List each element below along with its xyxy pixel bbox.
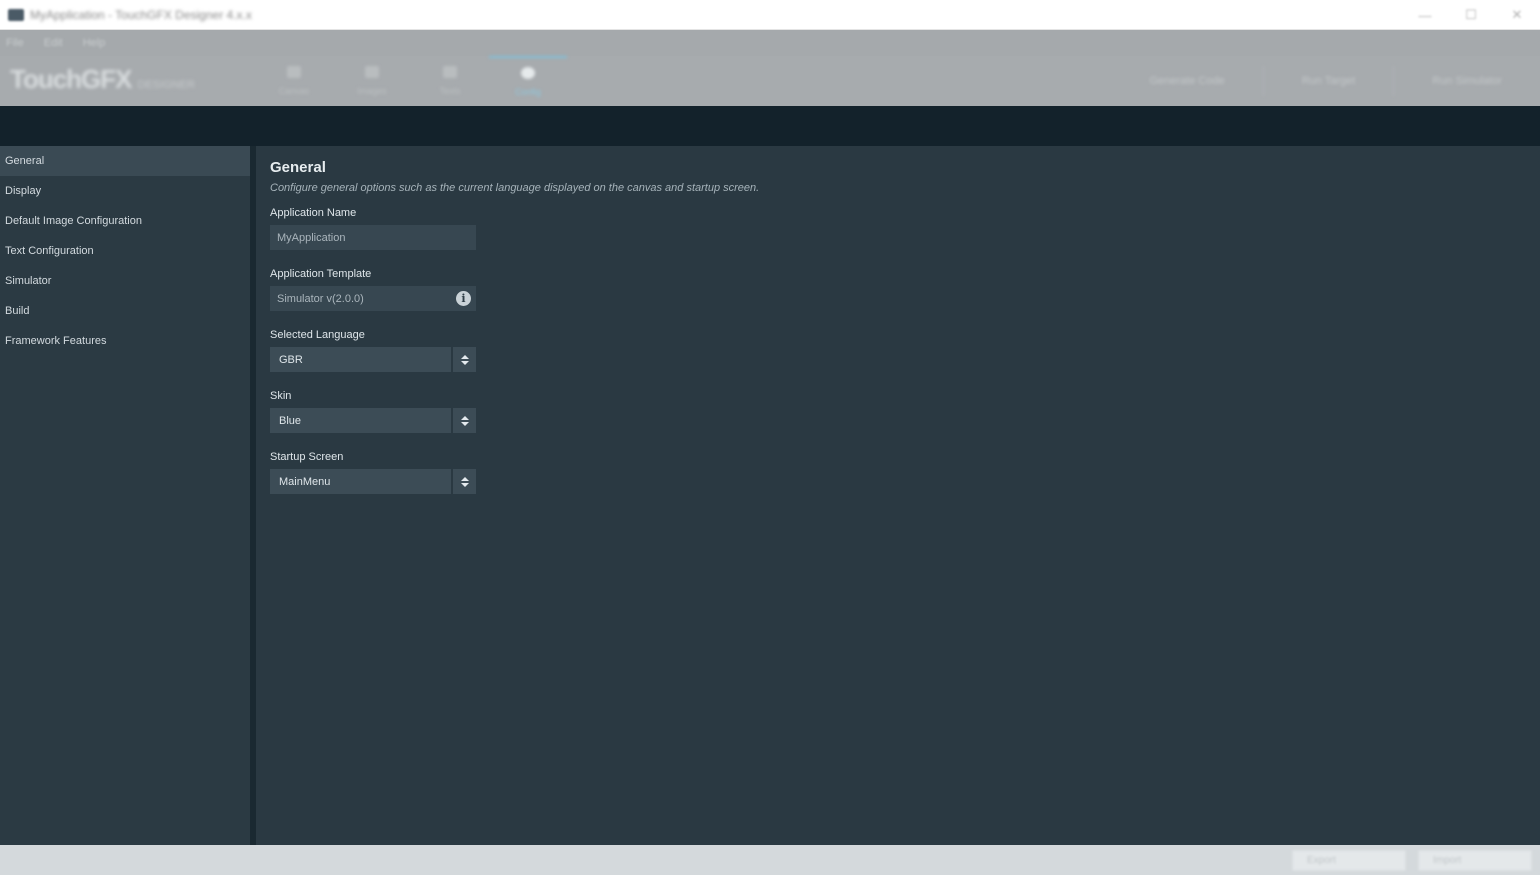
sidebar-item-build[interactable]: Build [0,296,250,326]
menu-bar: File Edit Help [0,30,1540,56]
skin-value: Blue [270,408,451,433]
sidebar-item-default-image-configuration[interactable]: Default Image Configuration [0,206,250,236]
run-simulator-button[interactable]: Run Simulator [1393,66,1540,96]
header-strip [0,106,1540,146]
sidebar-item-text-configuration[interactable]: Text Configuration [0,236,250,266]
application-template-value: Simulator v(2.0.0) [277,292,364,305]
application-name-label: Application Name [270,207,357,219]
application-template-label: Application Template [270,268,372,280]
window-title: MyApplication - TouchGFX Designer 4.x.x [30,7,252,22]
sidebar-item-simulator[interactable]: Simulator [0,266,250,296]
window-controls: — ☐ ✕ [1402,0,1540,30]
run-target-button[interactable]: Run Target [1262,66,1394,96]
skin-select[interactable]: Blue [270,408,476,433]
menu-edit[interactable]: Edit [44,37,63,49]
close-button[interactable]: ✕ [1494,0,1540,30]
arrow-down-icon [460,421,469,426]
sidebar-item-general[interactable]: General [0,146,250,176]
tab-images[interactable]: Images [333,56,411,106]
selected-language-value: GBR [270,347,451,372]
images-icon [365,66,379,78]
export-button[interactable]: Export [1292,850,1406,871]
tab-config[interactable]: Config [489,56,567,106]
arrow-up-icon [460,476,469,481]
startup-screen-label: Startup Screen [270,451,344,463]
title-bar: MyApplication - TouchGFX Designer 4.x.x … [0,0,1540,30]
logo-main-text: TouchGFX [10,64,133,94]
arrow-down-icon [460,360,469,365]
tab-texts[interactable]: Texts [411,56,489,106]
arrow-up-icon [460,415,469,420]
main-nav-tabs: Canvas Images Texts Config [255,56,567,106]
config-sidebar: General Display Default Image Configurat… [0,146,250,845]
selected-language-label: Selected Language [270,329,365,341]
arrow-up-icon [460,354,469,359]
application-name-input[interactable] [270,225,476,250]
import-button[interactable]: Import [1418,850,1532,871]
application-template-field: Simulator v(2.0.0) i [270,286,476,311]
tab-label: Config [514,87,541,97]
tab-label: Texts [439,86,461,96]
arrow-down-icon [460,482,469,487]
minimize-button[interactable]: — [1402,0,1448,30]
sidebar-item-framework-features[interactable]: Framework Features [0,326,250,356]
toolbar-actions: Generate Code Run Target Run Simulator [1111,56,1540,106]
select-arrows-icon[interactable] [451,408,476,433]
general-settings-panel: General Configure general options such a… [256,146,1540,845]
app-icon [8,8,24,21]
texts-icon [443,66,457,78]
select-arrows-icon[interactable] [451,347,476,372]
page-title: General [270,159,326,176]
logo-sub-text: DESIGNER [137,79,195,91]
startup-screen-select[interactable]: MainMenu [270,469,476,494]
tab-label: Images [357,86,387,96]
tab-canvas[interactable]: Canvas [255,56,333,106]
skin-label: Skin [270,390,292,402]
page-description: Configure general options such as the cu… [270,182,760,194]
info-icon[interactable]: i [456,291,471,306]
select-arrows-icon[interactable] [451,469,476,494]
maximize-button[interactable]: ☐ [1448,0,1494,30]
startup-screen-value: MainMenu [270,469,451,494]
status-bar: Export Import [0,845,1540,875]
touchgfx-logo: TouchGFX DESIGNER [10,64,195,95]
selected-language-select[interactable]: GBR [270,347,476,372]
sidebar-item-display[interactable]: Display [0,176,250,206]
toolbar: TouchGFX DESIGNER Canvas Images Texts Co… [0,56,1540,106]
menu-help[interactable]: Help [83,37,106,49]
menu-file[interactable]: File [6,37,24,49]
canvas-icon [287,66,301,78]
tab-label: Canvas [278,86,310,96]
generate-code-button[interactable]: Generate Code [1111,66,1262,96]
config-icon [521,67,535,79]
